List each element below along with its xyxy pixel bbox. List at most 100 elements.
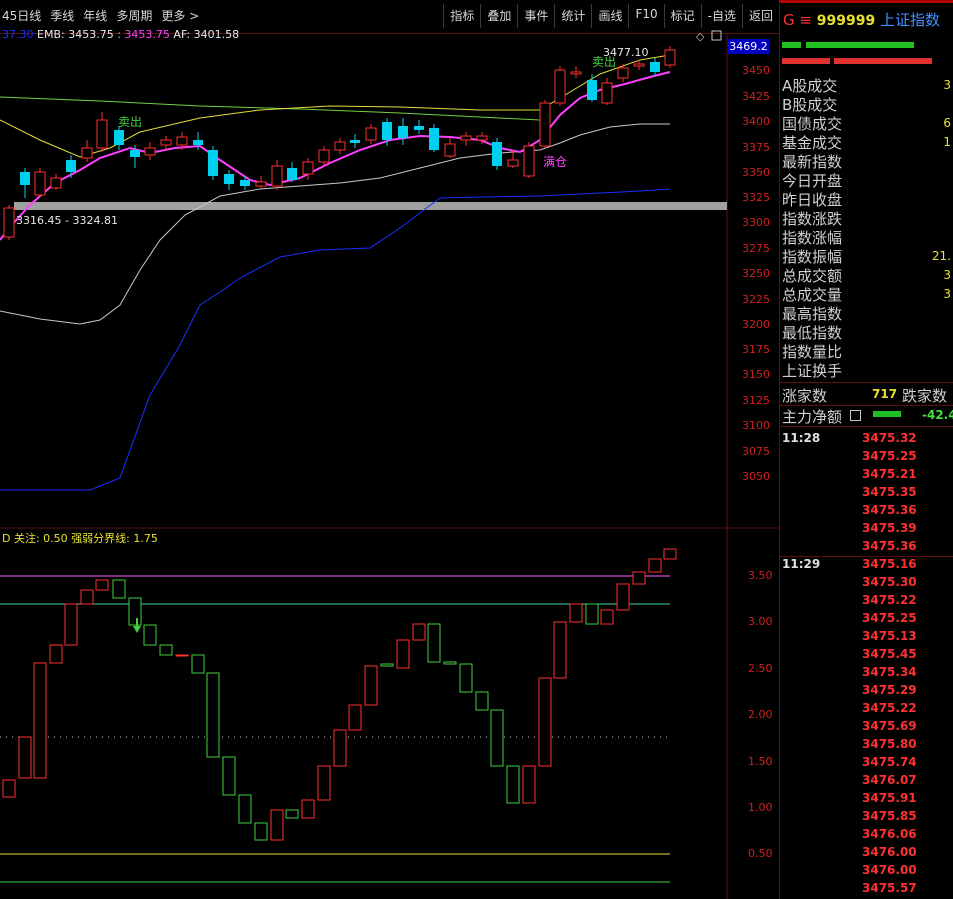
quote-row-label-9: 指数振幅 xyxy=(782,248,843,266)
tick-price: 3475.69 xyxy=(862,719,917,733)
quote-row-label-3: 基金成交 xyxy=(782,134,843,152)
tick-price: 3475.22 xyxy=(862,701,917,715)
indicator-bar xyxy=(663,548,677,560)
candle-body xyxy=(318,149,330,163)
quote-row-value-3: 1 xyxy=(943,135,951,149)
tick-price: 3475.32 xyxy=(862,431,917,445)
ind-legend-prefix: D xyxy=(2,532,11,545)
main-flow-value: -42.4 xyxy=(922,408,953,422)
indicator-bar xyxy=(191,654,205,674)
candle-body xyxy=(20,172,30,185)
indicator-bar xyxy=(380,663,394,667)
price-tick-12: 3150 xyxy=(742,368,770,381)
candle-body xyxy=(492,142,502,166)
price-tick-2: 3400 xyxy=(742,115,770,128)
indicator-bar xyxy=(317,765,331,801)
window-icon[interactable] xyxy=(711,30,722,41)
tick-price: 3475.29 xyxy=(862,683,917,697)
indicator-bar xyxy=(143,624,157,646)
diamond-icon[interactable]: ◇ xyxy=(696,30,705,43)
candle-body xyxy=(160,139,172,146)
tick-time: 11:28 xyxy=(782,431,821,445)
main-flow-bar xyxy=(873,411,901,417)
main-flow-row: 主力净额 -42.4 xyxy=(780,404,953,427)
candle-body xyxy=(224,174,234,184)
price-tick-4: 3350 xyxy=(742,166,770,179)
indicator-bar xyxy=(459,663,473,693)
indicator-bars xyxy=(2,548,677,841)
tick-price: 3476.00 xyxy=(862,845,917,859)
price-tick-14: 3100 xyxy=(742,419,770,432)
tick-price: 3475.36 xyxy=(862,503,917,517)
indicator-bar xyxy=(95,579,109,591)
indicator-bar xyxy=(270,809,284,841)
indicator-bar xyxy=(443,661,457,665)
indicator-bar xyxy=(506,765,520,804)
quote-row-value-11: 3 xyxy=(943,287,951,301)
candle-body xyxy=(130,150,140,157)
tick-price: 3475.91 xyxy=(862,791,917,805)
bid-ask-bars xyxy=(782,42,953,72)
quote-header: G ≡ 999999 上证指数 xyxy=(783,9,940,30)
high-price-label: 3477.10 xyxy=(603,46,649,59)
tick-price: 3475.16 xyxy=(862,557,917,571)
quote-row-label-10: 总成交额 xyxy=(782,267,843,285)
candle-body xyxy=(50,177,62,189)
candle-body xyxy=(523,145,535,177)
tick-price: 3475.13 xyxy=(862,629,917,643)
indicator-bar xyxy=(427,623,441,663)
candle-body xyxy=(633,63,645,67)
tick-price: 3476.00 xyxy=(862,863,917,877)
quote-row-label-2: 国债成交 xyxy=(782,115,843,133)
quote-row-value-0: 3 xyxy=(943,78,951,92)
price-tick-8: 3250 xyxy=(742,267,770,280)
indicator-bar xyxy=(348,704,362,731)
candle-body xyxy=(617,67,629,79)
indicator-bar xyxy=(2,779,16,798)
tick-price: 3475.80 xyxy=(862,737,917,751)
indicator-legend: D 关注: 0.50 强弱分界线: 1.75 xyxy=(2,530,158,546)
candle-body xyxy=(382,122,392,140)
candle-body xyxy=(554,69,566,104)
ind-tick-0: 3.50 xyxy=(748,569,773,582)
price-chart[interactable]: 卖出 卖出 满仓 3477.10 3316.45 - 3324.81 ◇ xyxy=(0,0,779,899)
price-tick-13: 3125 xyxy=(742,394,770,407)
price-tick-6: 3300 xyxy=(742,216,770,229)
tick-price: 3475.34 xyxy=(862,665,917,679)
up-count-label: 涨家数 xyxy=(782,387,828,405)
indicator-bar xyxy=(33,662,47,779)
ind-legend-focus: 关注: 0.50 xyxy=(13,532,68,545)
flow-detail-icon[interactable] xyxy=(850,410,861,421)
candlestick-series xyxy=(3,46,676,240)
candle-body xyxy=(444,143,456,157)
candle-body xyxy=(365,127,377,141)
candle-body xyxy=(350,140,360,143)
indicator-bar xyxy=(396,639,410,669)
tick-price: 3475.39 xyxy=(862,521,917,535)
candle-body xyxy=(398,126,408,138)
tick-price: 3475.25 xyxy=(862,611,917,625)
quote-row-value-2: 6 xyxy=(943,116,951,130)
quote-row-label-6: 昨日收盘 xyxy=(782,191,843,209)
tick-price: 3475.30 xyxy=(862,575,917,589)
candle-body xyxy=(96,119,108,149)
candle-body xyxy=(66,160,76,172)
candle-body xyxy=(3,207,15,238)
price-tick-11: 3175 xyxy=(742,343,770,356)
candle-body xyxy=(476,135,488,141)
indicator-bar xyxy=(600,609,614,625)
ma-blue-line xyxy=(0,188,671,491)
indicator-bar xyxy=(159,644,173,656)
candle-body xyxy=(570,71,582,75)
candle-body xyxy=(507,159,519,167)
candle-body xyxy=(414,126,424,130)
indicator-bar xyxy=(128,597,142,626)
price-tick-10: 3200 xyxy=(742,318,770,331)
ind-tick-3: 2.00 xyxy=(748,708,773,721)
quote-row-label-0: A股成交 xyxy=(782,77,838,95)
up-count-value: 717 xyxy=(872,387,898,401)
indicator-bar xyxy=(616,583,630,611)
quote-row-label-14: 指数量比 xyxy=(782,343,843,361)
down-count-label: 跌家数 xyxy=(902,387,948,405)
candle-body xyxy=(601,82,613,104)
